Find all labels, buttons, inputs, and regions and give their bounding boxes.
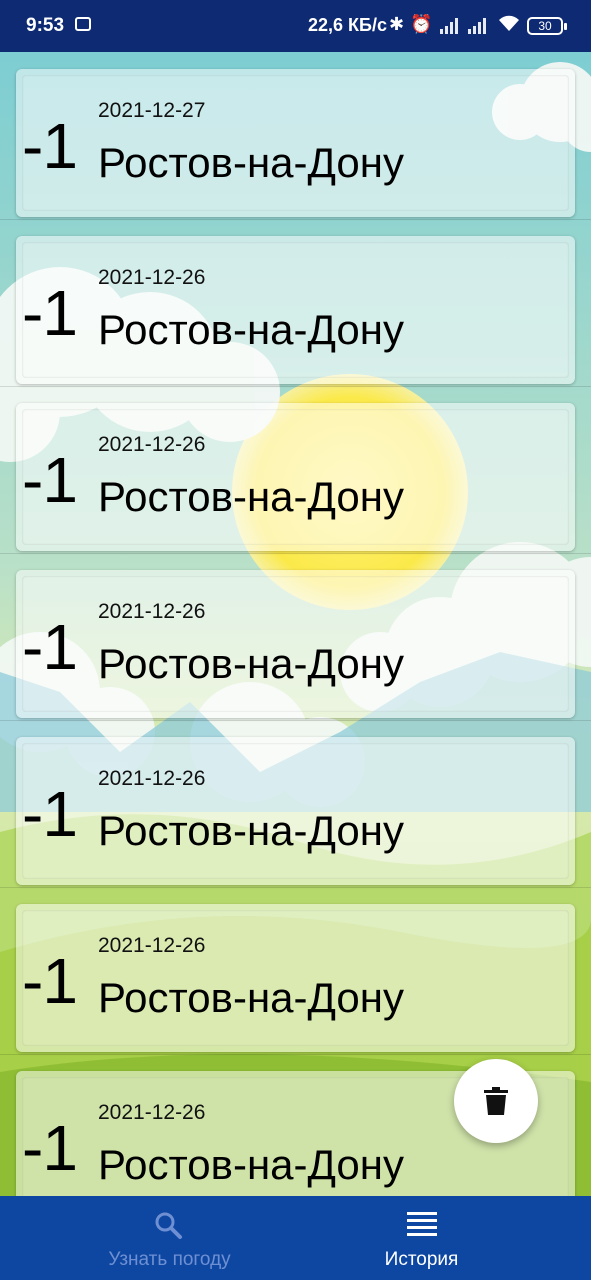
- item-date: 2021-12-26: [98, 600, 206, 623]
- battery-icon: 30: [527, 17, 567, 35]
- notification-icon: [75, 17, 91, 31]
- signal-icon: [468, 18, 488, 34]
- signal-icon: [440, 18, 460, 34]
- list-item[interactable]: 2021-12-26 -1 Ростов-на-Дону: [16, 570, 575, 718]
- divider: [0, 386, 591, 387]
- item-city: Ростов-на-Дону: [98, 807, 404, 854]
- item-city: Ростов-на-Дону: [98, 306, 404, 353]
- item-date: 2021-12-27: [98, 99, 206, 122]
- item-city: Ростов-на-Дону: [98, 640, 404, 687]
- search-icon: [155, 1212, 182, 1239]
- item-temperature: -1: [22, 945, 78, 1017]
- item-city: Ростов-на-Дону: [98, 974, 404, 1021]
- status-time: 9:53: [26, 15, 65, 36]
- item-temperature: -1: [22, 778, 78, 850]
- item-date: 2021-12-26: [98, 1101, 206, 1124]
- item-date: 2021-12-26: [98, 767, 206, 790]
- list-icon: [407, 1212, 437, 1236]
- item-date: 2021-12-26: [98, 934, 206, 957]
- divider: [0, 553, 591, 554]
- divider: [0, 219, 591, 220]
- nav-item-weather[interactable]: Узнать погоду: [22, 1196, 317, 1280]
- nav-label: История: [384, 1249, 459, 1270]
- divider: [0, 887, 591, 888]
- list-item[interactable]: 2021-12-26 -1 Ростов-на-Дону: [16, 403, 575, 551]
- item-temperature: -1: [22, 444, 78, 516]
- item-city: Ростов-на-Дону: [98, 1141, 404, 1188]
- divider: [0, 1054, 591, 1055]
- item-temperature: -1: [22, 611, 78, 683]
- list-item[interactable]: 2021-12-26 -1 Ростов-на-Дону: [16, 737, 575, 885]
- list-item[interactable]: 2021-12-26 -1 Ростов-на-Дону: [16, 904, 575, 1052]
- clear-history-button[interactable]: [454, 1059, 538, 1143]
- nav-label: Узнать погоду: [108, 1249, 231, 1270]
- nav-item-history[interactable]: История: [274, 1196, 569, 1280]
- network-speed: 22,6 КБ/с: [308, 15, 387, 35]
- list-item[interactable]: 2021-12-26 -1 Ростов-на-Дону: [16, 236, 575, 384]
- item-date: 2021-12-26: [98, 266, 206, 289]
- wifi-icon: [497, 13, 521, 38]
- list-item[interactable]: 2021-12-27 -1 Ростов-на-Дону: [16, 69, 575, 217]
- divider: [0, 720, 591, 721]
- item-date: 2021-12-26: [98, 433, 206, 456]
- item-city: Ростов-на-Дону: [98, 473, 404, 520]
- item-temperature: -1: [22, 277, 78, 349]
- bottom-navigation: Узнать погоду История: [0, 1196, 591, 1280]
- history-list[interactable]: 2021-12-27 -1 Ростов-на-Дону 2021-12-26 …: [0, 52, 591, 1196]
- status-bar: 9:53 22,6 КБ/с ✱ ⏰ 30: [0, 0, 591, 52]
- bluetooth-icon: ✱: [389, 14, 405, 34]
- trash-icon: [484, 1087, 508, 1115]
- item-city: Ростов-на-Дону: [98, 139, 404, 186]
- alarm-icon: ⏰: [410, 14, 433, 34]
- item-temperature: -1: [22, 1112, 78, 1184]
- item-temperature: -1: [22, 110, 78, 182]
